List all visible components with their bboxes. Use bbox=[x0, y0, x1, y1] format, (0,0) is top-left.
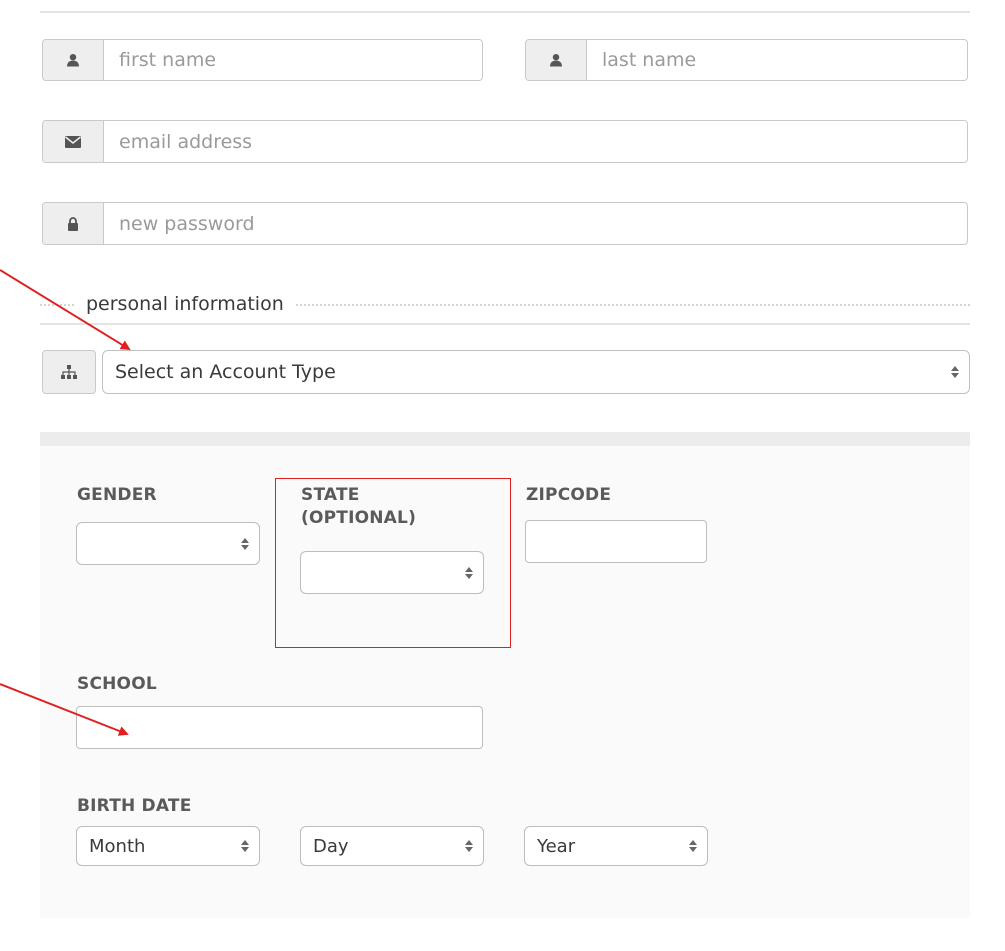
birth-year-select[interactable]: Year bbox=[524, 826, 708, 866]
zipcode-label: ZIPCODE bbox=[526, 485, 612, 505]
top-divider bbox=[40, 11, 970, 13]
envelope-icon bbox=[43, 121, 104, 162]
state-highlight-box bbox=[275, 478, 511, 648]
email-input[interactable]: email address bbox=[104, 121, 967, 162]
gender-select[interactable] bbox=[76, 522, 260, 565]
section-title: personal information bbox=[76, 293, 296, 315]
email-group[interactable]: email address bbox=[42, 120, 968, 163]
school-label: SCHOOL bbox=[77, 674, 157, 694]
first-name-group[interactable]: first name bbox=[42, 39, 483, 81]
panel-header-bar bbox=[40, 432, 970, 446]
user-icon bbox=[43, 40, 104, 80]
user-icon bbox=[526, 40, 587, 80]
last-name-group[interactable]: last name bbox=[525, 39, 968, 81]
birth-day-select[interactable]: Day bbox=[300, 826, 484, 866]
password-group[interactable]: new password bbox=[42, 202, 968, 245]
birth-month-select[interactable]: Month bbox=[76, 826, 260, 866]
select-arrows-icon bbox=[689, 840, 697, 852]
select-arrows-icon bbox=[241, 537, 249, 550]
first-name-input[interactable]: first name bbox=[104, 40, 482, 80]
lock-icon bbox=[43, 203, 104, 244]
personal-info-header: personal information bbox=[40, 289, 970, 325]
birth-month-value: Month bbox=[89, 835, 146, 857]
birth-year-value: Year bbox=[537, 835, 576, 857]
account-type-select[interactable]: Select an Account Type bbox=[102, 350, 970, 394]
school-input[interactable] bbox=[76, 706, 483, 749]
last-name-input[interactable]: last name bbox=[587, 40, 967, 80]
gender-label: GENDER bbox=[77, 485, 157, 505]
select-arrows-icon bbox=[465, 840, 473, 852]
birth-day-value: Day bbox=[313, 835, 349, 857]
section-rule bbox=[40, 323, 970, 325]
sitemap-icon bbox=[42, 350, 96, 394]
birth-date-label: BIRTH DATE bbox=[77, 796, 192, 816]
password-input[interactable]: new password bbox=[104, 203, 967, 244]
zipcode-input[interactable] bbox=[525, 520, 707, 563]
select-arrows-icon bbox=[241, 840, 249, 852]
account-type-value: Select an Account Type bbox=[115, 361, 336, 383]
select-arrows-icon bbox=[951, 366, 959, 378]
